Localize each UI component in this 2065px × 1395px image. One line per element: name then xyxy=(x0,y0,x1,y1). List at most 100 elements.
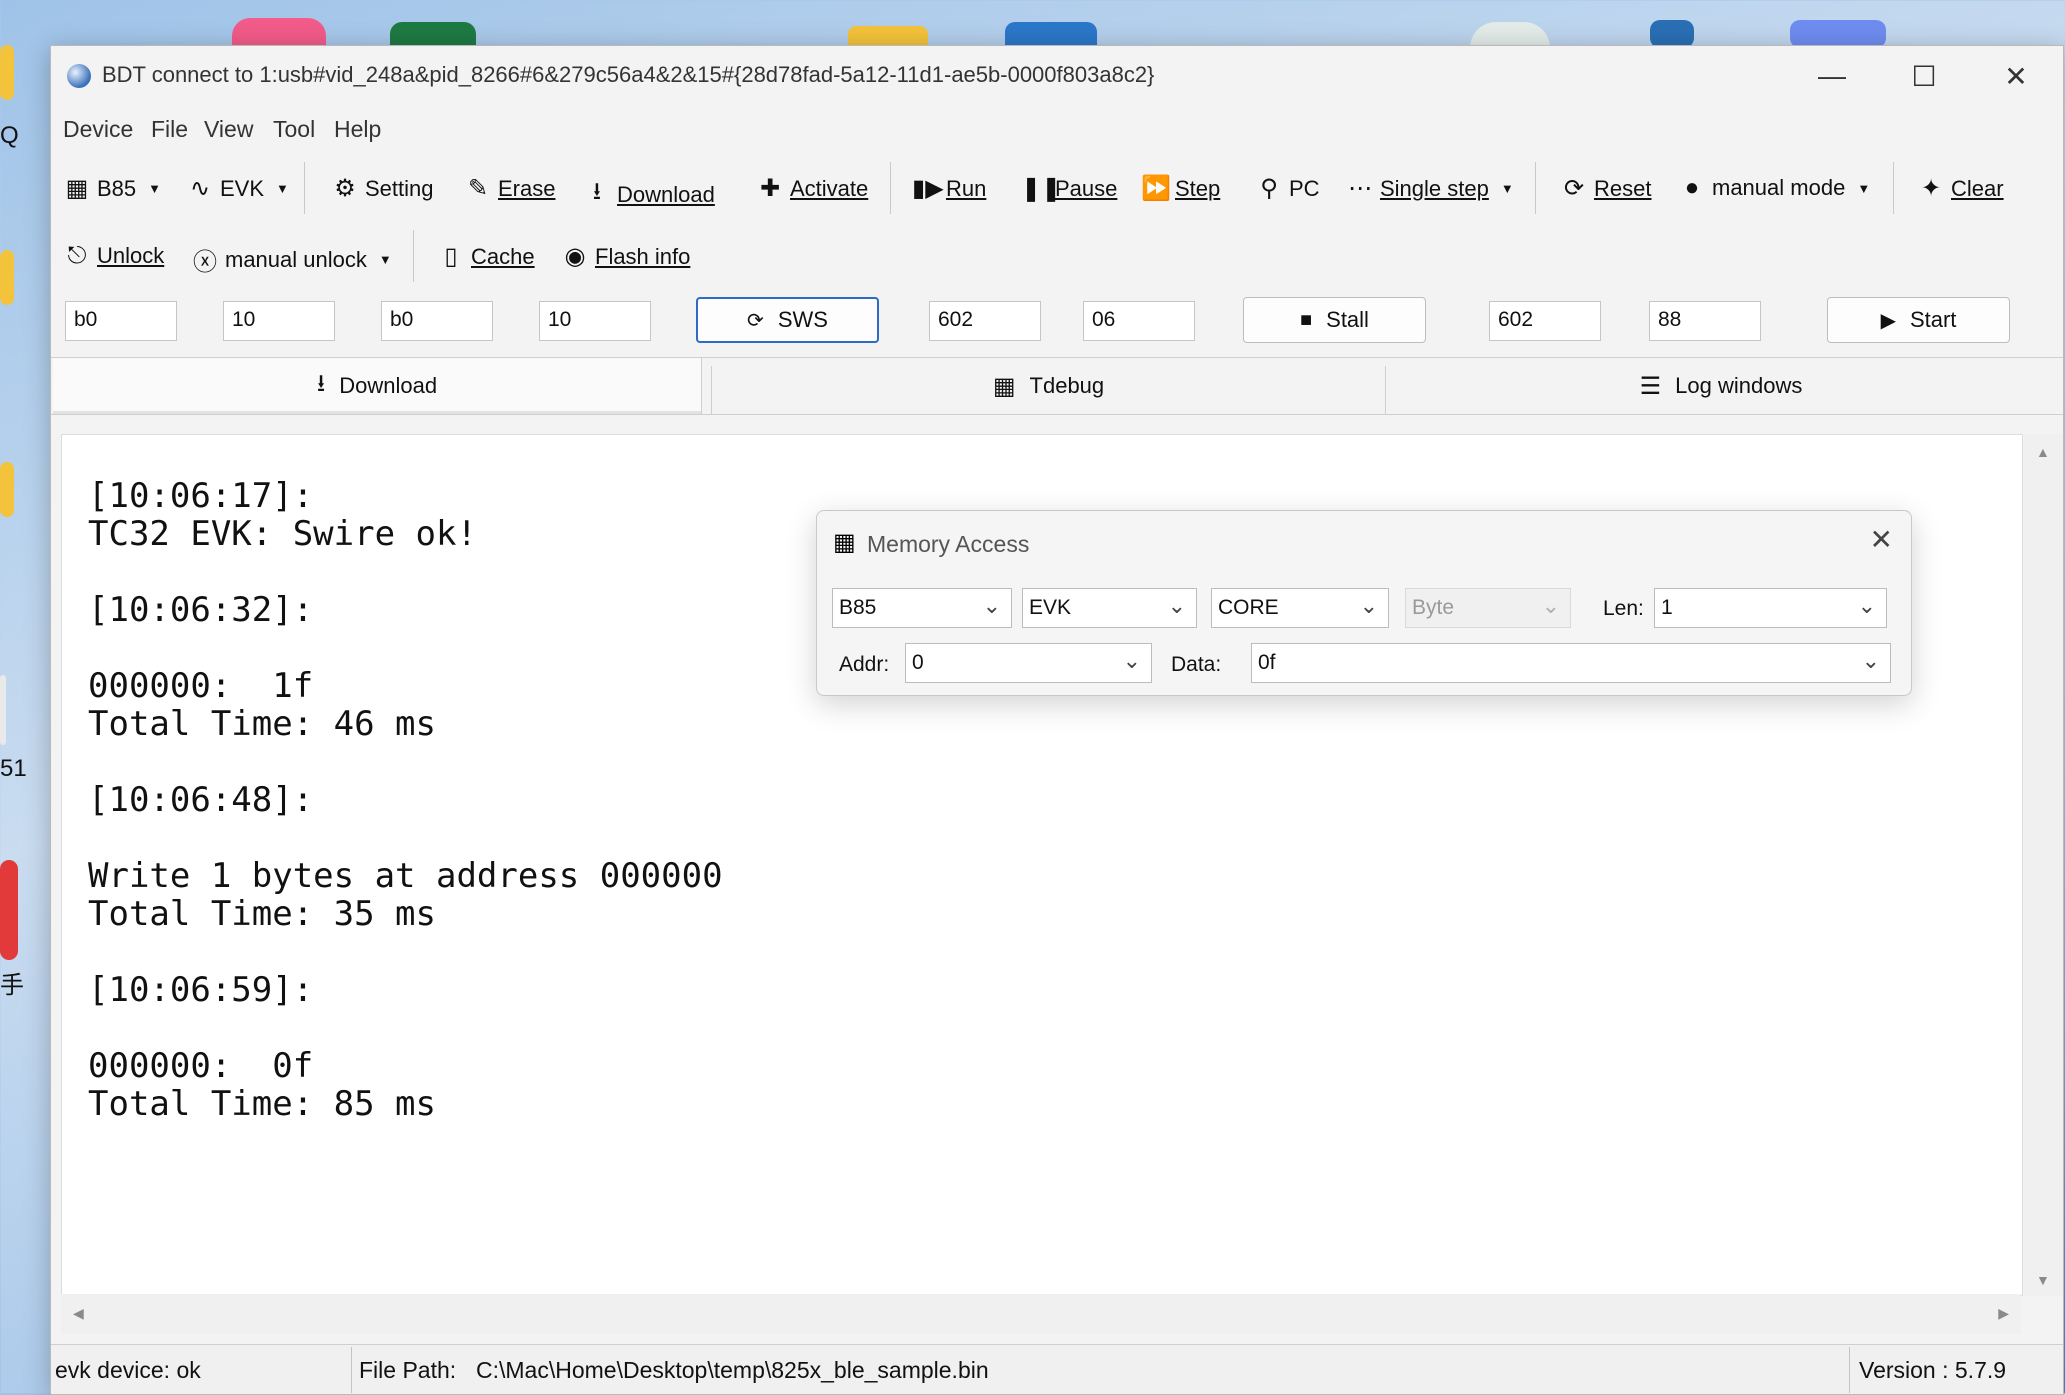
tab-log-windows[interactable]: ☰ Log windows xyxy=(1386,358,2056,414)
len-combo[interactable]: 1 ⌄ xyxy=(1654,588,1887,628)
vertical-scrollbar[interactable]: ▲ ▼ xyxy=(2024,434,2063,1296)
param-field[interactable]: b0 xyxy=(381,301,493,341)
stall-button[interactable]: ■ Stall xyxy=(1243,297,1426,343)
play-icon: ▶ xyxy=(1880,309,1896,332)
unlock-button[interactable]: ⎋ Unlock xyxy=(63,242,165,270)
menu-help[interactable]: Help xyxy=(334,116,381,143)
erase-button[interactable]: ✎ Erase xyxy=(464,174,556,203)
mode-select[interactable]: ● manual mode ▼ xyxy=(1678,174,1870,202)
activate-button[interactable]: ✚ Activate xyxy=(756,174,868,203)
param-field[interactable]: 602 xyxy=(1489,301,1601,341)
desktop-icon[interactable] xyxy=(0,675,6,745)
menu-file[interactable]: File xyxy=(151,116,188,143)
chevron-down-icon: ▼ xyxy=(1500,181,1514,196)
clear-button[interactable]: ✦ Clear xyxy=(1917,174,2004,203)
desktop-icon[interactable] xyxy=(0,860,18,960)
run-button[interactable]: ▮▶ Run xyxy=(912,174,986,203)
reset-label: Reset xyxy=(1594,175,1652,201)
tab-label: Download xyxy=(339,373,438,398)
param-field[interactable]: 06 xyxy=(1083,301,1195,341)
tab-download[interactable]: ⭳ Download xyxy=(53,358,702,414)
combo-value: B85 xyxy=(839,596,877,619)
single-step-button[interactable]: ⋯ Single step ▼ xyxy=(1346,174,1514,203)
addr-combo[interactable]: 0 ⌄ xyxy=(905,643,1152,683)
single-step-label: Single step xyxy=(1380,175,1489,201)
chip-select[interactable]: ▦ B85 ▼ xyxy=(63,174,161,203)
chevron-down-icon: ⌄ xyxy=(1359,593,1378,618)
dialog-unit-select[interactable]: Byte ⌄ xyxy=(1405,588,1571,628)
param-field[interactable]: 10 xyxy=(539,301,651,341)
addr-label: Addr: xyxy=(839,653,890,676)
reset-button[interactable]: ⟳ Reset xyxy=(1560,174,1652,203)
unlock-label: Unlock xyxy=(97,243,165,268)
flash-info-label: Flash info xyxy=(595,243,691,269)
broom-icon: ✦ xyxy=(1920,175,1942,202)
pc-button[interactable]: ⚲ PC xyxy=(1255,174,1319,203)
taskbar-icon[interactable] xyxy=(232,18,326,48)
erase-label: Erase xyxy=(498,175,556,201)
combo-value: 0f xyxy=(1258,651,1276,674)
menu-tool[interactable]: Tool xyxy=(273,116,315,143)
toolbar-separator xyxy=(413,230,414,282)
download-arrow-icon: ⭳ xyxy=(592,178,602,205)
desktop-icon[interactable] xyxy=(0,250,14,305)
toolbar-separator xyxy=(1535,162,1536,214)
board-select[interactable]: ∿ EVK ▼ xyxy=(186,174,289,203)
sd-card-icon: ▯ xyxy=(444,243,458,270)
combo-value: 1 xyxy=(1661,596,1673,619)
setting-label: Setting xyxy=(365,175,434,201)
status-separator xyxy=(351,1347,352,1393)
step-button[interactable]: ⏩ Step xyxy=(1141,174,1220,203)
param-field[interactable]: 10 xyxy=(223,301,335,341)
eye-icon: ◉ xyxy=(564,243,586,270)
chevron-down-icon: ⌄ xyxy=(1861,648,1880,673)
scroll-left-icon[interactable]: ◀ xyxy=(73,1305,84,1322)
plus-icon: ✚ xyxy=(759,175,781,202)
taskbar-icon[interactable] xyxy=(1790,20,1886,48)
dialog-chip-select[interactable]: B85 ⌄ xyxy=(832,588,1012,628)
desktop-icon[interactable] xyxy=(0,462,14,517)
manual-unlock-select[interactable]: ⓧ manual unlock ▼ xyxy=(191,242,392,277)
param-field[interactable]: 602 xyxy=(929,301,1041,341)
start-button[interactable]: ▶ Start xyxy=(1827,297,2010,343)
close-icon[interactable]: ✕ xyxy=(1870,523,1893,556)
mode-label: manual mode xyxy=(1712,175,1846,200)
flash-info-button[interactable]: ◉ Flash info xyxy=(561,242,691,271)
cache-label: Cache xyxy=(471,243,535,269)
pause-button[interactable]: ❚❚ Pause xyxy=(1021,174,1117,203)
mode-icon: ● xyxy=(1684,174,1700,201)
setting-button[interactable]: ⚙ Setting xyxy=(331,174,434,203)
scroll-down-icon[interactable]: ▼ xyxy=(2036,1272,2050,1288)
param-field[interactable]: 88 xyxy=(1649,301,1761,341)
menu-device[interactable]: Device xyxy=(63,116,133,143)
download-button[interactable]: ⭳ Download xyxy=(583,174,715,215)
chevron-down-icon: ▼ xyxy=(148,181,162,196)
step-label: Step xyxy=(1175,175,1221,201)
minimize-button[interactable]: — xyxy=(1786,46,1878,106)
data-combo[interactable]: 0f ⌄ xyxy=(1251,643,1891,683)
refresh-icon: ⟳ xyxy=(747,309,764,332)
dialog-title: Memory Access xyxy=(867,531,1030,557)
data-label: Data: xyxy=(1171,653,1222,676)
download-arrow-icon: ⭳ xyxy=(316,369,326,397)
scroll-up-icon[interactable]: ▲ xyxy=(2036,444,2050,460)
tab-tdebug[interactable]: ▦ Tdebug xyxy=(712,358,1385,414)
dialog-space-select[interactable]: CORE ⌄ xyxy=(1211,588,1389,628)
title-bar[interactable]: BDT connect to 1:usb#vid_248a&pid_8266#6… xyxy=(51,46,2063,106)
taskbar-icon[interactable] xyxy=(1650,20,1694,48)
maximize-button[interactable]: ☐ xyxy=(1878,46,1970,106)
pause-icon: ❚❚ xyxy=(1021,175,1062,202)
sws-button[interactable]: ⟳ SWS xyxy=(696,297,879,343)
param-field[interactable]: b0 xyxy=(65,301,177,341)
close-button[interactable]: ✕ xyxy=(1970,46,2062,106)
footsteps-icon: ⋯ xyxy=(1348,175,1372,202)
desktop-icon[interactable] xyxy=(0,45,14,100)
menu-view[interactable]: View xyxy=(204,116,253,143)
start-label: Start xyxy=(1909,307,1957,332)
scroll-right-icon[interactable]: ▶ xyxy=(1998,1305,2009,1322)
desktop-label: 手 xyxy=(0,972,24,999)
cache-button[interactable]: ▯ Cache xyxy=(437,242,535,271)
waveform-icon: ∿ xyxy=(189,175,211,202)
horizontal-scrollbar[interactable]: ◀ ▶ xyxy=(61,1294,2021,1334)
dialog-board-select[interactable]: EVK ⌄ xyxy=(1022,588,1197,628)
